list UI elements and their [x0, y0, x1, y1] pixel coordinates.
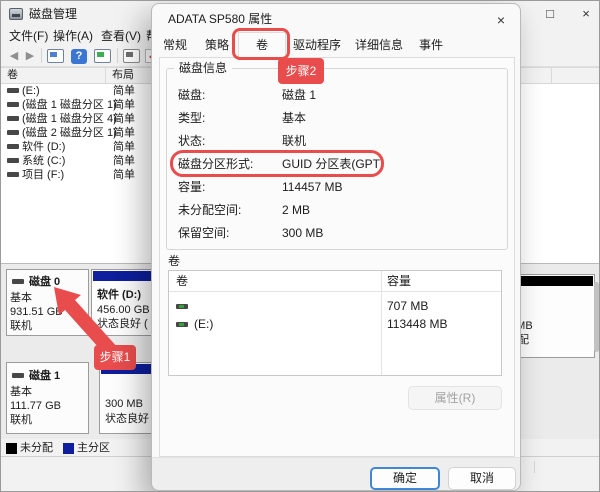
popup-view-icon[interactable] [123, 49, 140, 63]
field-label-partition-style: 磁盘分区形式: [178, 157, 253, 172]
scrollbar[interactable] [594, 282, 599, 352]
field-value: 300 MB [282, 226, 323, 241]
field-value: 磁盘 1 [282, 88, 316, 103]
help-icon[interactable]: ? [71, 49, 87, 64]
field-label: 保留空间: [178, 226, 229, 241]
clipped-unallocated-block[interactable]: 2 MB 未分配 [509, 274, 595, 358]
column-header[interactable] [552, 68, 600, 84]
legend-unallocated-swatch [6, 443, 17, 454]
dialog-col-volume[interactable]: 卷 [176, 274, 188, 289]
disk-info-group-label: 磁盘信息 [174, 61, 232, 76]
legend-unallocated-label: 未分配 [20, 441, 53, 455]
screen: 磁盘管理 □ × 文件(F) 操作(A) 查看(V) 帮助(H) ◀ ▶ ? ✓… [0, 0, 600, 492]
disk1-status: 联机 [10, 413, 32, 427]
tab-policies[interactable]: 策略 [196, 34, 238, 57]
menu-view[interactable]: 查看(V) [97, 27, 145, 46]
disk1-size: 111.77 GB [10, 399, 61, 413]
toolbar-separator [117, 48, 118, 63]
volume-icon [176, 322, 188, 327]
properties-button: 属性(R) [408, 386, 502, 410]
legend-primary-label: 主分区 [77, 441, 110, 455]
volumes-section-label: 卷 [168, 254, 180, 269]
disk0-status: 联机 [10, 319, 32, 333]
unallocated-bar [511, 276, 593, 286]
column-header-volume[interactable]: 卷 [1, 68, 106, 84]
step2-badge: 步骤2 [278, 58, 324, 84]
tab-general[interactable]: 常规 [154, 34, 196, 57]
dialog-title: ADATA SP580 属性 [168, 12, 272, 27]
disk-icon [12, 279, 24, 284]
field-label: 磁盘: [178, 88, 205, 103]
ok-button[interactable]: 确定 [370, 467, 440, 490]
disk0-name: 磁盘 0 [29, 275, 60, 289]
field-value: 114457 MB [282, 180, 343, 195]
field-label: 未分配空间: [178, 203, 241, 218]
bg-window-title: 磁盘管理 [29, 7, 77, 22]
dialog-col-capacity[interactable]: 容量 [387, 274, 411, 289]
maximize-button[interactable]: □ [537, 3, 563, 25]
disk0-type: 基本 [10, 291, 32, 305]
volume-icon [176, 304, 188, 309]
menu-file[interactable]: 文件(F) [5, 27, 52, 46]
field-value: 联机 [282, 134, 306, 149]
console-icon[interactable] [47, 49, 64, 63]
console-tree-icon[interactable] [94, 49, 111, 63]
field-value: 基本 [282, 111, 306, 126]
dialog-volume-list: 卷 容量 707 MB (E:) 113448 MB [168, 270, 502, 376]
primary-partition-bar [93, 271, 159, 281]
properties-dialog: ADATA SP580 属性 × 常规 策略 卷 驱动程序 详细信息 事件 步骤… [151, 3, 521, 491]
field-label: 状态: [178, 134, 205, 149]
field-value-partition-style: GUID 分区表(GPT) [282, 157, 384, 172]
step1-badge: 步骤1 [94, 345, 136, 370]
dialog-list-header: 卷 容量 [169, 271, 501, 292]
close-icon[interactable]: × [490, 10, 512, 30]
close-button-bg-window[interactable]: × [573, 3, 599, 25]
tab-events[interactable]: 事件 [410, 34, 452, 57]
column-header[interactable] [519, 68, 552, 84]
disk-icon [12, 373, 24, 378]
dialog-volume-row[interactable]: 707 MB [169, 298, 502, 316]
forward-icon[interactable]: ▶ [21, 47, 39, 65]
field-label: 容量: [178, 180, 205, 195]
disk0-size: 931.51 GB [10, 305, 63, 319]
disk1-name: 磁盘 1 [29, 369, 60, 383]
cancel-button[interactable]: 取消 [448, 467, 516, 490]
toolbar-separator [41, 48, 42, 63]
disk1-label-box[interactable]: 磁盘 1 基本 111.77 GB 联机 [6, 362, 89, 434]
dialog-volume-row[interactable]: (E:) 113448 MB [169, 316, 502, 334]
disk0-label-box[interactable]: 磁盘 0 基本 931.51 GB 联机 [6, 269, 89, 336]
legend-primary-swatch [63, 443, 74, 454]
disk1-type: 基本 [10, 385, 32, 399]
field-value: 2 MB [282, 203, 310, 218]
menu-action[interactable]: 操作(A) [49, 27, 97, 46]
tab-driver[interactable]: 驱动程序 [286, 34, 348, 57]
disk-management-app-icon [9, 8, 23, 20]
tab-volumes[interactable]: 卷 [238, 32, 286, 58]
tab-details[interactable]: 详细信息 [348, 34, 410, 57]
field-label: 类型: [178, 111, 205, 126]
